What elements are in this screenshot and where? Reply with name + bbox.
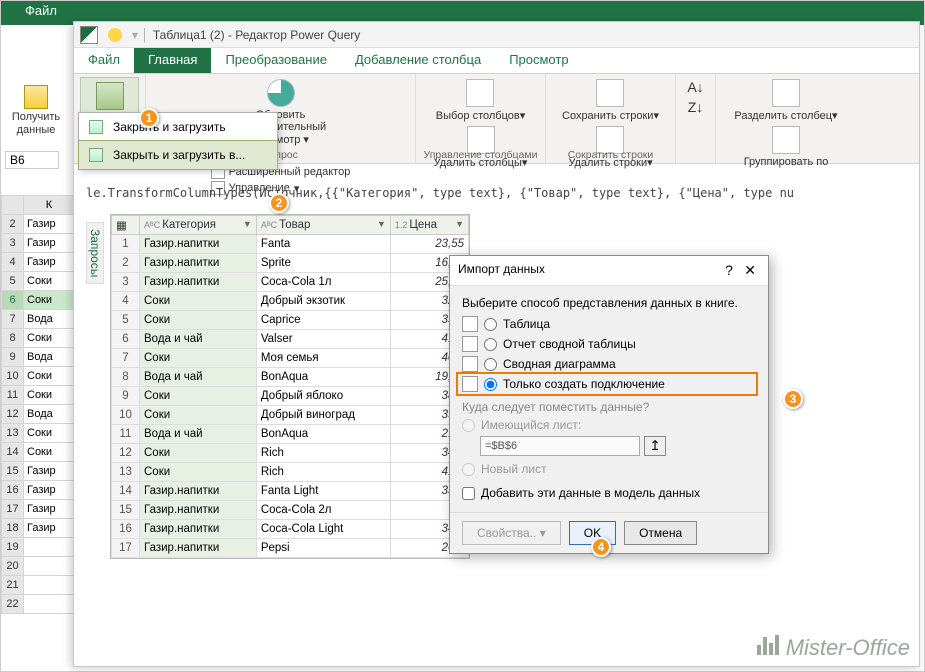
col-header-0[interactable]: AᴮCКатегория▼ (140, 216, 257, 235)
col-header-1[interactable]: AᴮCТовар▼ (256, 216, 390, 235)
table-row[interactable]: 12СокиRich34,1 (112, 444, 469, 463)
dd-close-load-to-icon (87, 146, 105, 164)
import-option-3[interactable]: Только создать подключение (458, 374, 756, 394)
watermark: Mister-Office (756, 635, 910, 661)
sort-desc-button[interactable]: Z↓ (685, 97, 707, 117)
opt-radio-1[interactable] (484, 338, 497, 351)
formula-bar-fragment: le.TransformColumnTypes(Источник,{{"Кате… (86, 186, 911, 200)
table-row[interactable]: 8Вода и чайBonAqua19,55 (112, 368, 469, 387)
new-sheet-radio (462, 463, 475, 476)
callout-4: 4 (591, 537, 611, 557)
groupby-icon (772, 126, 800, 154)
split-icon (772, 79, 800, 107)
queries-pane-label[interactable]: Запросы (86, 222, 104, 284)
remove-columns-button[interactable]: Удалить столбцы▾ (431, 124, 531, 171)
table-row[interactable]: 2Газир.напиткиSprite16,22 (112, 254, 469, 273)
choose-cols-icon (466, 79, 494, 107)
keep-rows-button[interactable]: Сохранить строки▾ (559, 77, 662, 124)
opt-radio-0[interactable] (484, 318, 497, 331)
excel-name-box[interactable] (5, 151, 59, 169)
table-row[interactable]: 9СокиДобрый яблоко38,2 (112, 387, 469, 406)
col-header-2[interactable]: 1.2Цена▼ (390, 216, 468, 235)
pq-tab-0[interactable]: Файл (74, 48, 134, 73)
get-data-button[interactable]: Получитьданные (1, 25, 71, 137)
smiley-icon (108, 28, 122, 42)
pq-tab-1[interactable]: Главная (134, 48, 211, 73)
opt-icon (462, 376, 478, 392)
dialog-instruction: Выберите способ представления данных в к… (462, 296, 756, 310)
table-row[interactable]: 16Газир.напиткиCoca-Cola Light34,1 (112, 520, 469, 539)
pq-tab-3[interactable]: Добавление столбца (341, 48, 495, 73)
pq-tab-2[interactable]: Преобразование (211, 48, 341, 73)
import-option-0[interactable]: Таблица (462, 314, 756, 334)
callout-3: 3 (783, 389, 803, 409)
get-data-icon (24, 85, 48, 109)
pq-data-table: ▦AᴮCКатегория▼AᴮCТовар▼1.2Цена▼1Газир.на… (110, 214, 470, 559)
table-row[interactable]: 6Вода и чайValser41,2 (112, 330, 469, 349)
opt-icon (462, 336, 478, 352)
sort-asc-button[interactable]: A↓ (684, 77, 706, 97)
dialog-help-button[interactable]: ? (721, 262, 737, 278)
ref-picker-button[interactable]: ↥ (644, 436, 666, 456)
excel-file-tab[interactable]: Файл (25, 3, 57, 18)
keep-rows-icon (596, 79, 624, 107)
pq-tab-4[interactable]: Просмотр (495, 48, 582, 73)
table-row[interactable]: 14Газир.напиткиFanta Light33,3 (112, 482, 469, 501)
table-row[interactable]: 5СокиCaprice35,6 (112, 311, 469, 330)
dd-close-load[interactable]: Закрыть и загрузить (79, 113, 277, 141)
group-label-cols: Управление столбцами (416, 149, 545, 161)
dialog-properties-button: Свойства.. ▾ (462, 521, 561, 545)
table-row[interactable]: 10СокиДобрый виноград39,4 (112, 406, 469, 425)
import-option-1[interactable]: Отчет сводной таблицы (462, 334, 756, 354)
table-row[interactable]: 1Газир.напиткиFanta23,55 (112, 235, 469, 254)
pq-titlebar: ▾ │ Таблица1 (2) - Редактор Power Query (74, 22, 919, 48)
dialog-cancel-button[interactable]: Отмена (624, 521, 697, 545)
cell-ref-input[interactable] (480, 436, 640, 456)
dd-close-load-icon (87, 118, 105, 136)
group-by-button[interactable]: Группировать по (741, 124, 832, 170)
opt-icon (462, 356, 478, 372)
callout-2: 2 (269, 193, 289, 213)
opt-icon (462, 316, 478, 332)
excel-sheet-fragment: К2Газир3Газир4Газир5Соки6Соки7Вода8Соки9… (1, 195, 75, 614)
pq-tabs: ФайлГлавнаяПреобразованиеДобавление стол… (74, 48, 919, 74)
dd-close-load-to[interactable]: Закрыть и загрузить в... (78, 140, 278, 170)
dialog-title: Импорт данных (458, 262, 545, 279)
table-row[interactable]: 15Газир.напиткиCoca-Cola 2л46 (112, 501, 469, 520)
add-to-model-checkbox[interactable] (462, 487, 475, 500)
pq-app-icon (80, 26, 98, 44)
split-column-button[interactable]: Разделить столбец▾ (731, 77, 840, 124)
table-row[interactable]: 4СокиДобрый экзотик32,3 (112, 292, 469, 311)
table-row[interactable]: 13СокиRich41,2 (112, 463, 469, 482)
import-option-2[interactable]: Сводная диаграмма (462, 354, 756, 374)
close-load-dropdown: Закрыть и загрузить Закрыть и загрузить … (78, 112, 278, 170)
refresh-icon (267, 79, 295, 107)
group-label-rows: Сократить строки (546, 149, 675, 161)
where-label: Куда следует поместить данные? (462, 400, 756, 414)
existing-sheet-radio (462, 419, 475, 432)
table-row[interactable]: 7СокиМоя семья40,3 (112, 349, 469, 368)
close-load-icon (96, 82, 124, 110)
choose-columns-button[interactable]: Выбор столбцов▾ (433, 77, 529, 124)
remove-rows-button[interactable]: Удалить строки▾ (565, 124, 655, 171)
opt-radio-3[interactable] (484, 378, 497, 391)
dialog-close-button[interactable]: ✕ (740, 262, 760, 278)
table-row[interactable]: 17Газир.напиткиPepsi26,5 (112, 539, 469, 558)
import-data-dialog: Импорт данных ? ✕ Выберите способ предст… (449, 255, 769, 554)
opt-radio-2[interactable] (484, 358, 497, 371)
table-row[interactable]: 3Газир.напиткиCoca-Cola 1л25,22 (112, 273, 469, 292)
table-row[interactable]: 11Вода и чайBonAqua21,2 (112, 425, 469, 444)
pq-title-text: Таблица1 (2) - Редактор Power Query (153, 28, 360, 42)
callout-1: 1 (139, 108, 159, 128)
